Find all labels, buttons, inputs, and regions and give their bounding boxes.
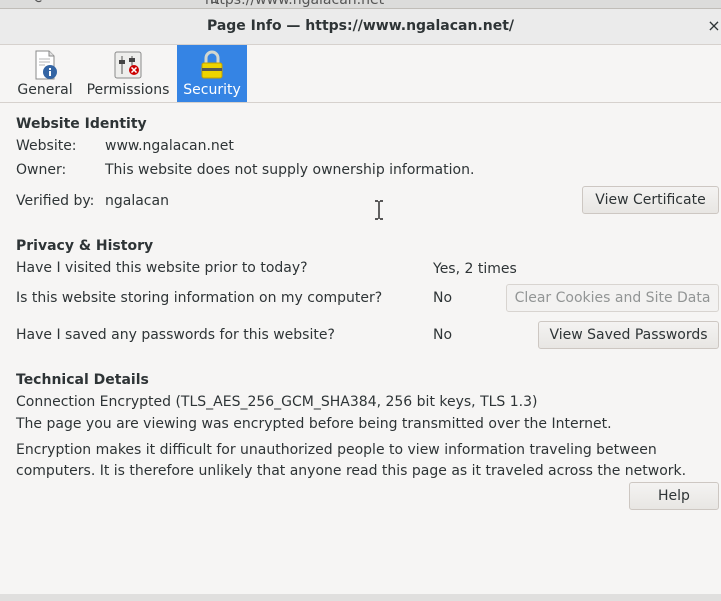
connection-status: Connection Encrypted (TLS_AES_256_GCM_SH… <box>16 394 538 410</box>
passwords-answer: No <box>433 327 453 343</box>
page-info-toolbar: General Permissions Security <box>0 45 721 103</box>
clear-cookies-button[interactable]: Clear Cookies and Site Data <box>506 284 719 312</box>
padlock-icon <box>201 50 223 79</box>
tab-security-label: Security <box>183 82 241 98</box>
owner-label: Owner: <box>16 162 67 178</box>
privacy-history-heading: Privacy & History <box>16 238 154 254</box>
technical-details-heading: Technical Details <box>16 372 149 388</box>
passwords-question: Have I saved any passwords for this webs… <box>16 327 335 343</box>
tab-general[interactable]: General <box>17 45 73 102</box>
tab-security[interactable]: Security <box>177 45 247 102</box>
dialog-title: Page Info — https://www.ngalacan.net/ <box>206 18 515 34</box>
website-value: www.ngalacan.net <box>105 138 234 154</box>
tab-permissions-label: Permissions <box>86 82 170 98</box>
window-bottom-edge <box>0 594 721 601</box>
storing-answer: No <box>433 290 453 306</box>
info-document-icon <box>35 50 57 80</box>
help-button[interactable]: Help <box>629 482 719 510</box>
permissions-sliders-icon <box>114 51 142 79</box>
visited-question: Have I visited this website prior to tod… <box>16 260 308 276</box>
verified-by-label: Verified by: <box>16 193 95 209</box>
owner-value: This website does not supply ownership i… <box>105 162 475 178</box>
dialog-titlebar: Page Info — https://www.ngalacan.net/ × <box>0 9 721 45</box>
tab-general-label: General <box>17 82 73 98</box>
encryption-line-2: Encryption makes it difficult for unauth… <box>16 442 687 479</box>
view-certificate-button[interactable]: View Certificate <box>582 186 719 214</box>
verified-by-value: ngalacan <box>105 193 169 209</box>
browser-url-text: https://www.ngalacan.net <box>205 0 385 8</box>
visited-answer: Yes, 2 times <box>433 261 517 277</box>
encryption-line-1: The page you are viewing was encrypted b… <box>16 416 612 432</box>
storing-question: Is this website storing information on m… <box>16 290 383 306</box>
text-cursor-icon <box>375 200 383 220</box>
tab-permissions[interactable]: Permissions <box>86 45 170 102</box>
website-label: Website: <box>16 138 77 154</box>
page-info-dialog: Page Info — https://www.ngalacan.net/ × … <box>0 8 721 595</box>
website-identity-heading: Website Identity <box>16 116 147 132</box>
view-saved-passwords-button[interactable]: View Saved Passwords <box>538 321 719 349</box>
close-icon[interactable]: × <box>707 16 721 35</box>
